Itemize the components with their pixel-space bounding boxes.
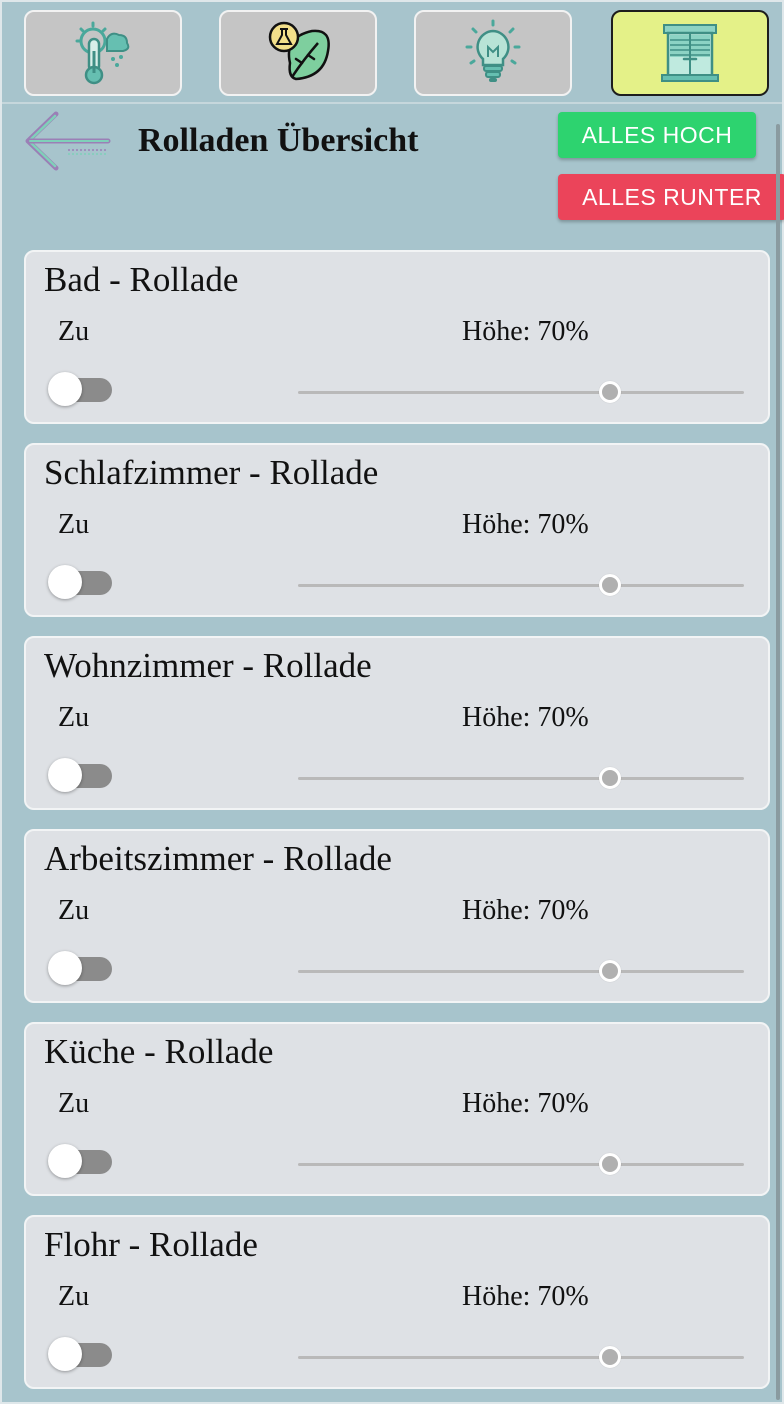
- shutter-height-label: Höhe: 70%: [462, 1281, 589, 1312]
- slider-thumb[interactable]: [599, 1153, 622, 1175]
- all-up-button[interactable]: ALLES HOCH: [558, 112, 756, 158]
- height-slider[interactable]: [298, 957, 744, 987]
- toggle-knob: [48, 758, 82, 792]
- slider-track: [298, 1163, 744, 1166]
- slider-thumb[interactable]: [599, 381, 622, 403]
- shutter-toggle[interactable]: [48, 372, 112, 406]
- slider-thumb[interactable]: [599, 960, 622, 982]
- light-bulb-icon: [465, 19, 521, 82]
- shutter-state: Zu: [58, 702, 90, 733]
- all-down-button[interactable]: ALLES RUNTER: [558, 174, 784, 220]
- shutter-card: Schlafzimmer - Rollade Zu Höhe: 70%: [24, 443, 770, 617]
- slider-track: [298, 391, 744, 394]
- scrollbar[interactable]: [776, 124, 780, 1400]
- tab-lights[interactable]: [414, 10, 572, 96]
- shutter-list: Bad - Rollade Zu Höhe: 70% Schlafzimmer …: [24, 250, 772, 1404]
- shutter-name: Flohr - Rollade: [44, 1225, 258, 1264]
- shutter-name: Wohnzimmer - Rollade: [44, 646, 372, 685]
- shutter-toggle[interactable]: [48, 1337, 112, 1371]
- tab-plants[interactable]: [219, 10, 377, 96]
- slider-track: [298, 1356, 744, 1359]
- height-slider[interactable]: [298, 1150, 744, 1180]
- slider-track: [298, 584, 744, 587]
- shutter-state: Zu: [58, 1281, 90, 1312]
- height-slider[interactable]: [298, 764, 744, 794]
- shutter-height-label: Höhe: 70%: [462, 316, 589, 347]
- slider-track: [298, 777, 744, 780]
- shutter-card: Arbeitszimmer - Rollade Zu Höhe: 70%: [24, 829, 770, 1003]
- toggle-knob: [48, 1144, 82, 1178]
- page-title: Rolladen Übersicht: [138, 122, 419, 159]
- page-header: Rolladen Übersicht ALLES HOCH ALLES RUNT…: [2, 104, 784, 244]
- tab-climate[interactable]: [24, 10, 182, 96]
- slider-thumb[interactable]: [599, 767, 622, 789]
- window-shutter-icon: [661, 24, 719, 82]
- shutter-card: Bad - Rollade Zu Höhe: 70%: [24, 250, 770, 424]
- shutter-height-label: Höhe: 70%: [462, 509, 589, 540]
- shutter-height-label: Höhe: 70%: [462, 895, 589, 926]
- thermometer-weather-icon: [75, 21, 130, 85]
- shutter-state: Zu: [58, 1088, 90, 1119]
- shutter-card: Flohr - Rollade Zu Höhe: 70%: [24, 1215, 770, 1389]
- tab-shutters[interactable]: [611, 10, 769, 96]
- shutter-name: Küche - Rollade: [44, 1032, 274, 1071]
- shutter-height-label: Höhe: 70%: [462, 1088, 589, 1119]
- toggle-knob: [48, 372, 82, 406]
- toggle-knob: [48, 565, 82, 599]
- shutter-state: Zu: [58, 316, 90, 347]
- slider-thumb[interactable]: [599, 574, 622, 596]
- shutter-toggle[interactable]: [48, 951, 112, 985]
- tab-bar: [2, 2, 782, 104]
- shutter-toggle[interactable]: [48, 1144, 112, 1178]
- toggle-knob: [48, 1337, 82, 1371]
- height-slider[interactable]: [298, 1343, 744, 1373]
- height-slider[interactable]: [298, 571, 744, 601]
- shutter-height-label: Höhe: 70%: [462, 702, 589, 733]
- plant-leaf-icon: [268, 21, 330, 81]
- shutter-state: Zu: [58, 895, 90, 926]
- slider-track: [298, 970, 744, 973]
- shutter-toggle[interactable]: [48, 565, 112, 599]
- height-slider[interactable]: [298, 378, 744, 408]
- shutter-state: Zu: [58, 509, 90, 540]
- shutter-name: Arbeitszimmer - Rollade: [44, 839, 392, 878]
- shutter-toggle[interactable]: [48, 758, 112, 792]
- slider-thumb[interactable]: [599, 1346, 622, 1368]
- shutter-name: Schlafzimmer - Rollade: [44, 453, 379, 492]
- shutter-card: Küche - Rollade Zu Höhe: 70%: [24, 1022, 770, 1196]
- shutter-card: Wohnzimmer - Rollade Zu Höhe: 70%: [24, 636, 770, 810]
- app-window: Rolladen Übersicht ALLES HOCH ALLES RUNT…: [0, 0, 784, 1404]
- shutter-name: Bad - Rollade: [44, 260, 239, 299]
- arrow-left-icon[interactable]: [22, 110, 114, 172]
- toggle-knob: [48, 951, 82, 985]
